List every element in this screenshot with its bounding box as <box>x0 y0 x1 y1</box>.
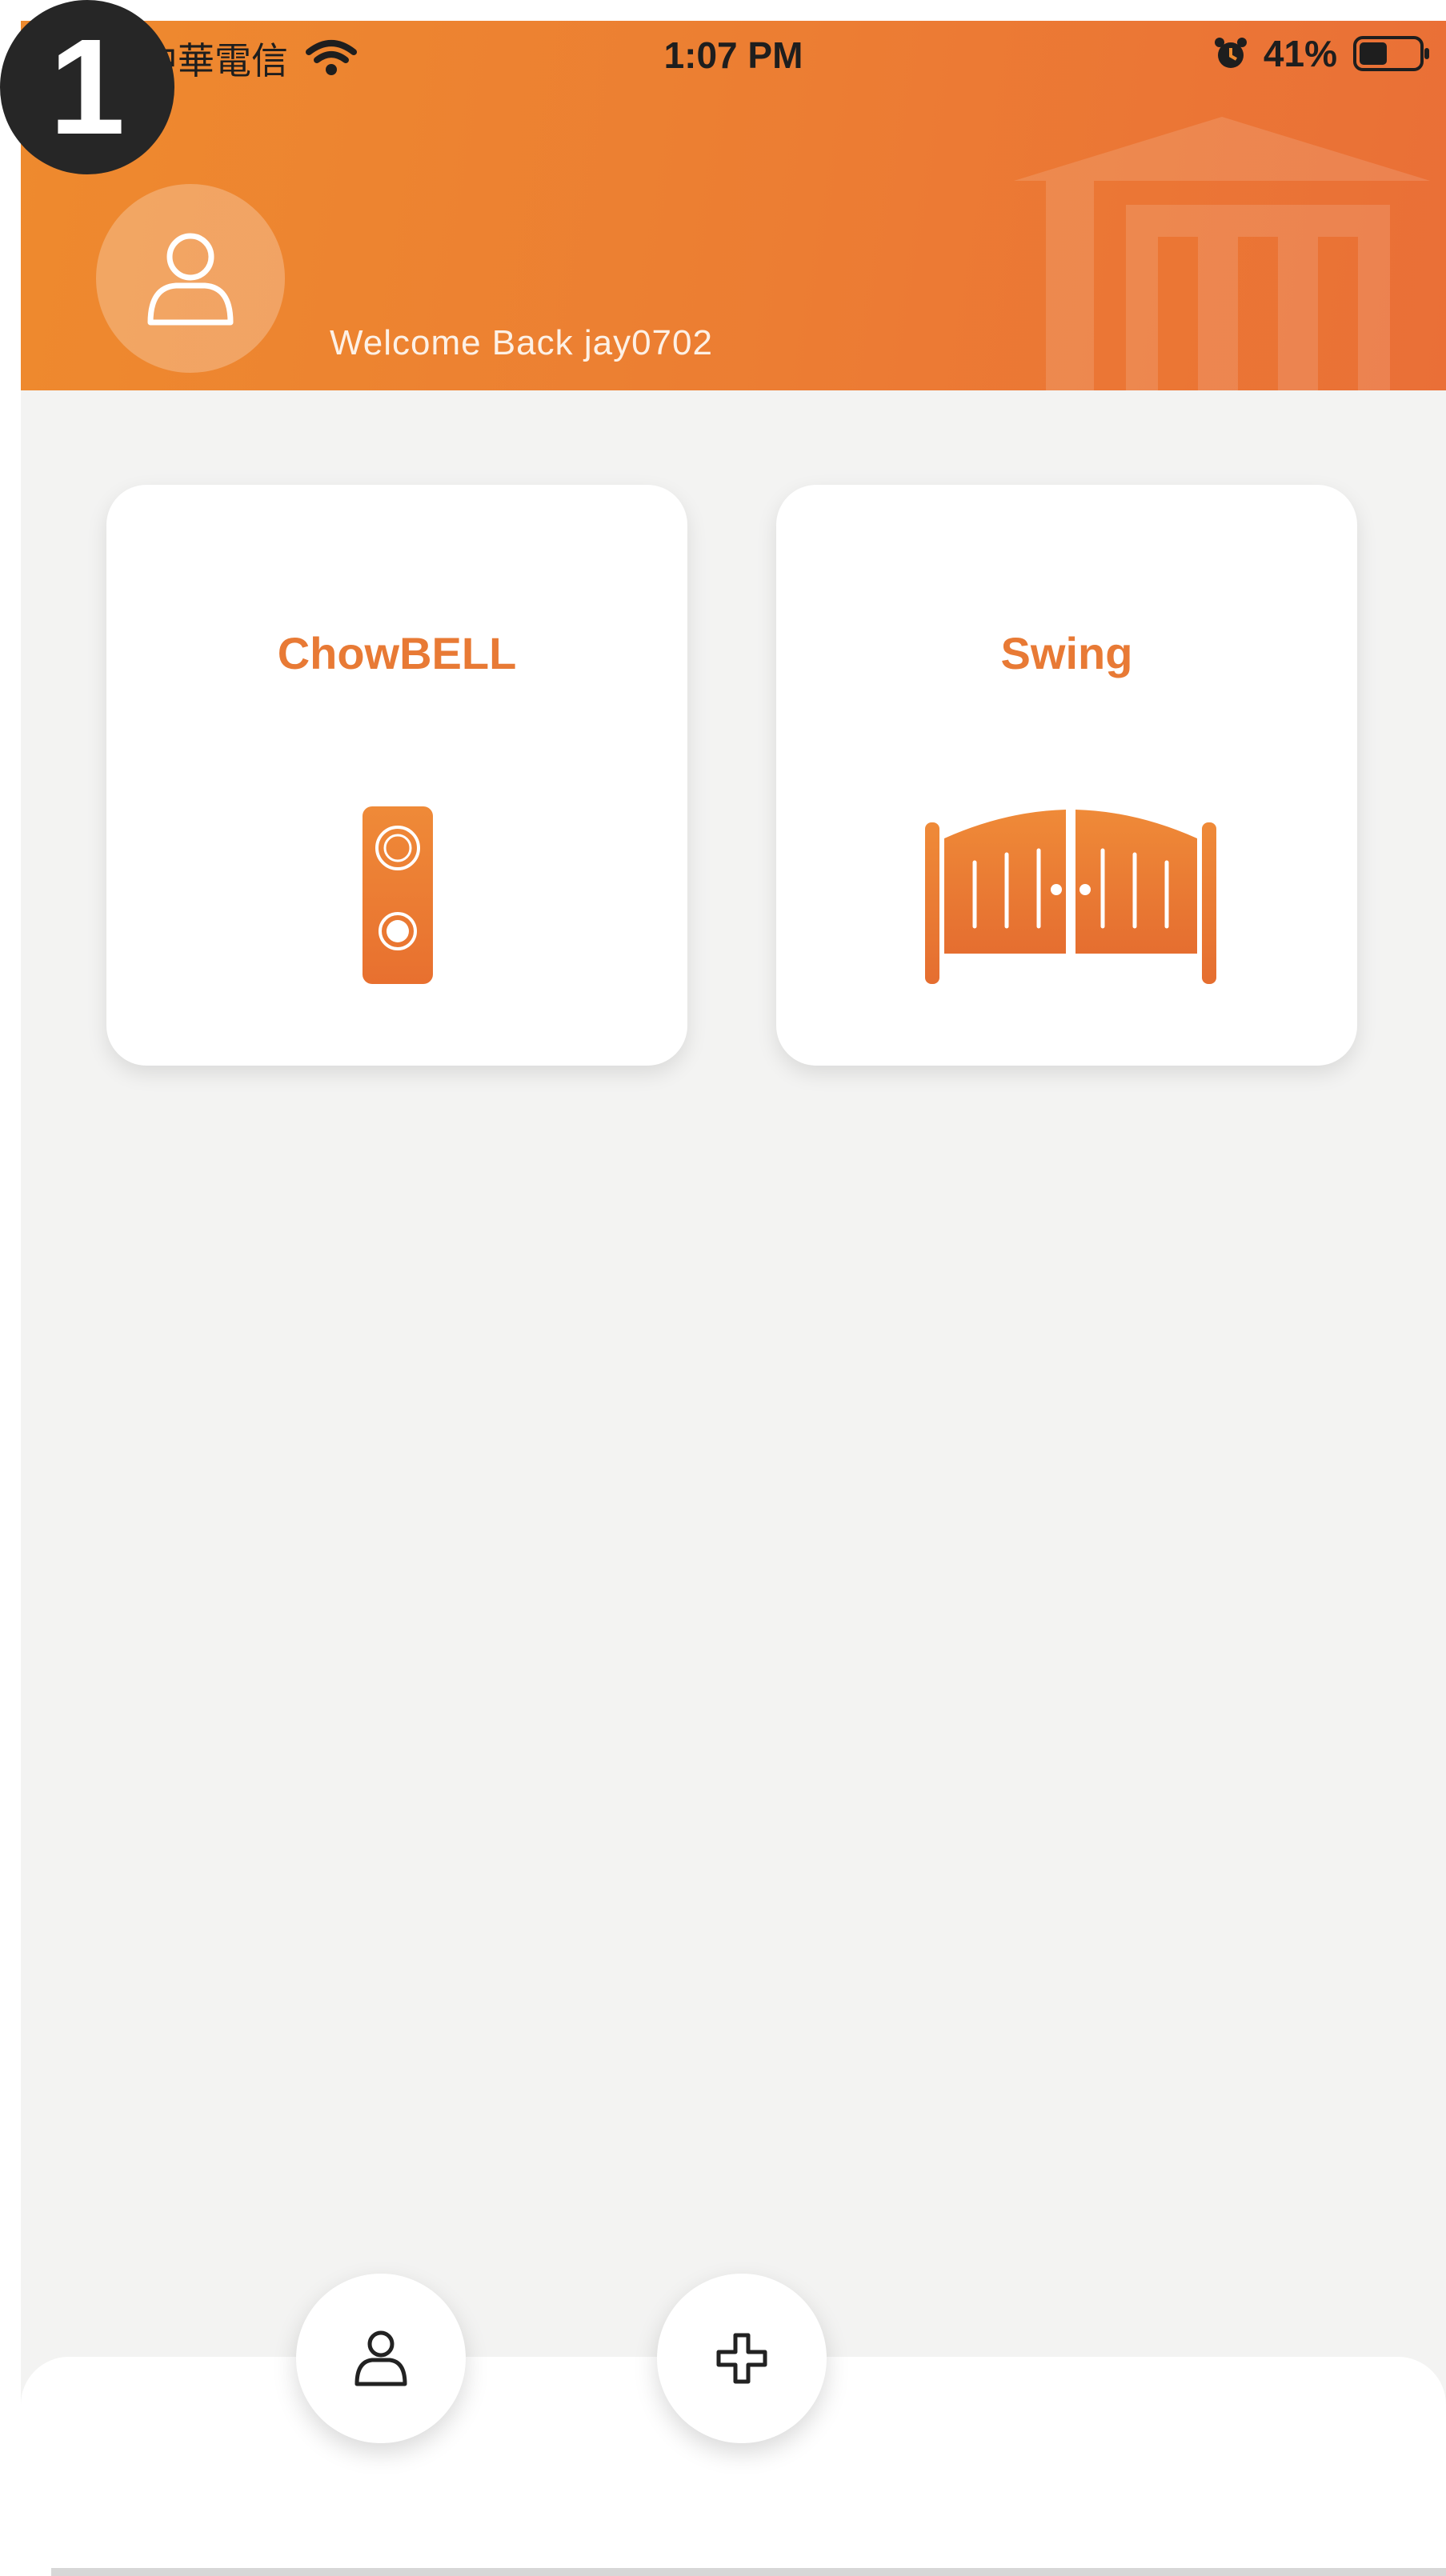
app-screen: 中華電信 1:07 PM 41% Welcome Back jay0702 Ch… <box>21 21 1446 2576</box>
doorbell-icon <box>363 806 433 984</box>
device-card-swing[interactable]: Swing <box>776 485 1357 1066</box>
home-indicator <box>51 2568 1446 2576</box>
alarm-icon <box>1214 38 1247 68</box>
battery-percent: 41% <box>1263 33 1337 74</box>
user-icon <box>354 2330 407 2386</box>
device-card-label: Swing <box>1000 628 1133 678</box>
user-icon <box>147 233 234 326</box>
device-card-chowbell[interactable]: ChowBELL <box>106 485 687 1066</box>
status-bar: 中華電信 1:07 PM 41% <box>21 21 1446 98</box>
swing-gate-icon <box>925 810 1216 984</box>
status-right-group: 41% <box>1214 32 1432 75</box>
profile-button[interactable] <box>296 2274 466 2443</box>
battery-icon <box>1353 36 1429 71</box>
step-number-badge: 1 <box>0 0 174 174</box>
add-device-button[interactable] <box>657 2274 827 2443</box>
device-card-label: ChowBELL <box>277 628 517 678</box>
welcome-text: Welcome Back jay0702 <box>330 323 713 362</box>
house-watermark-icon <box>1014 117 1430 390</box>
header: 中華電信 1:07 PM 41% Welcome Back jay0702 <box>21 21 1446 390</box>
plus-icon <box>716 2333 767 2384</box>
user-avatar[interactable] <box>96 184 285 373</box>
